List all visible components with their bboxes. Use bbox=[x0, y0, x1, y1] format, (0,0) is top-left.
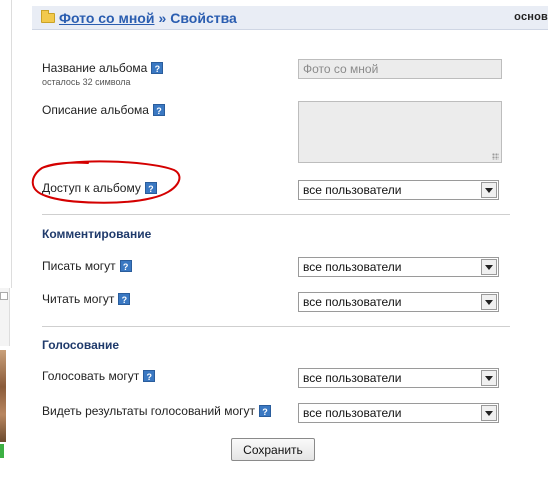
comment-read-select[interactable]: все пользователи bbox=[298, 292, 499, 312]
vote-results-label: Видеть результаты голосований могут ? bbox=[42, 404, 272, 418]
breadcrumb-current: Свойства bbox=[170, 9, 237, 26]
album-access-label: Доступ к альбому ? bbox=[42, 181, 157, 195]
help-icon[interactable]: ? bbox=[259, 405, 272, 417]
left-sidebar-edge bbox=[0, 0, 12, 481]
breadcrumb-separator: » bbox=[158, 9, 167, 26]
dropdown-arrow-icon[interactable] bbox=[481, 182, 497, 198]
vote-results-label-text: Видеть результаты голосований могут bbox=[42, 404, 256, 418]
album-description-label: Описание альбома ? bbox=[42, 103, 165, 117]
album-access-label-text: Доступ к альбому bbox=[42, 181, 141, 195]
voting-section-title: Голосование bbox=[42, 338, 120, 352]
comment-read-label-text: Читать могут bbox=[42, 292, 115, 306]
sidebar-small-icon bbox=[0, 292, 8, 300]
album-name-input[interactable]: Фото со мной bbox=[298, 59, 502, 79]
vote-label: Голосовать могут ? bbox=[42, 369, 156, 383]
page-header: Фото со мной » Свойства основ bbox=[32, 6, 548, 30]
album-description-textarea[interactable] bbox=[298, 101, 502, 163]
vote-label-text: Голосовать могут bbox=[42, 369, 140, 383]
dropdown-arrow-icon[interactable] bbox=[481, 259, 497, 275]
help-icon[interactable]: ? bbox=[143, 370, 156, 382]
album-name-char-hint: осталось 32 символа bbox=[42, 77, 131, 87]
resize-grip-icon[interactable] bbox=[492, 153, 499, 160]
album-name-label-text: Название альбома bbox=[42, 61, 148, 75]
section-divider bbox=[42, 326, 510, 327]
comment-write-select[interactable]: все пользователи bbox=[298, 257, 499, 277]
comment-read-select-value: все пользователи bbox=[303, 295, 402, 309]
header-right-label: основ bbox=[514, 11, 548, 23]
breadcrumb-album-link[interactable]: Фото со мной bbox=[59, 10, 154, 26]
help-icon[interactable]: ? bbox=[151, 62, 164, 74]
dropdown-arrow-icon[interactable] bbox=[481, 370, 497, 386]
commenting-section-title: Комментирование bbox=[42, 227, 152, 241]
album-description-label-text: Описание альбома bbox=[42, 103, 149, 117]
dropdown-arrow-icon[interactable] bbox=[481, 405, 497, 421]
comment-write-label: Писать могут ? bbox=[42, 259, 132, 273]
vote-results-select[interactable]: все пользователи bbox=[298, 403, 499, 423]
album-access-select-value: все пользователи bbox=[303, 183, 402, 197]
vote-select[interactable]: все пользователи bbox=[298, 368, 499, 388]
vote-select-value: все пользователи bbox=[303, 371, 402, 385]
help-icon[interactable]: ? bbox=[152, 104, 165, 116]
vote-results-select-value: все пользователи bbox=[303, 406, 402, 420]
folder-icon bbox=[41, 9, 55, 23]
album-access-select[interactable]: все пользователи bbox=[298, 180, 499, 200]
comment-read-label: Читать могут ? bbox=[42, 292, 131, 306]
section-divider bbox=[42, 214, 510, 215]
help-icon[interactable]: ? bbox=[119, 260, 132, 272]
album-name-label: Название альбома ? bbox=[42, 61, 164, 75]
dropdown-arrow-icon[interactable] bbox=[481, 294, 497, 310]
comment-write-select-value: все пользователи bbox=[303, 260, 402, 274]
sidebar-strip bbox=[0, 0, 12, 288]
sidebar-status-indicator bbox=[0, 444, 4, 458]
help-icon[interactable]: ? bbox=[118, 293, 131, 305]
help-icon[interactable]: ? bbox=[144, 182, 157, 194]
sidebar-photo-thumbnail bbox=[0, 350, 6, 442]
save-button[interactable]: Сохранить bbox=[231, 438, 315, 461]
comment-write-label-text: Писать могут bbox=[42, 259, 116, 273]
